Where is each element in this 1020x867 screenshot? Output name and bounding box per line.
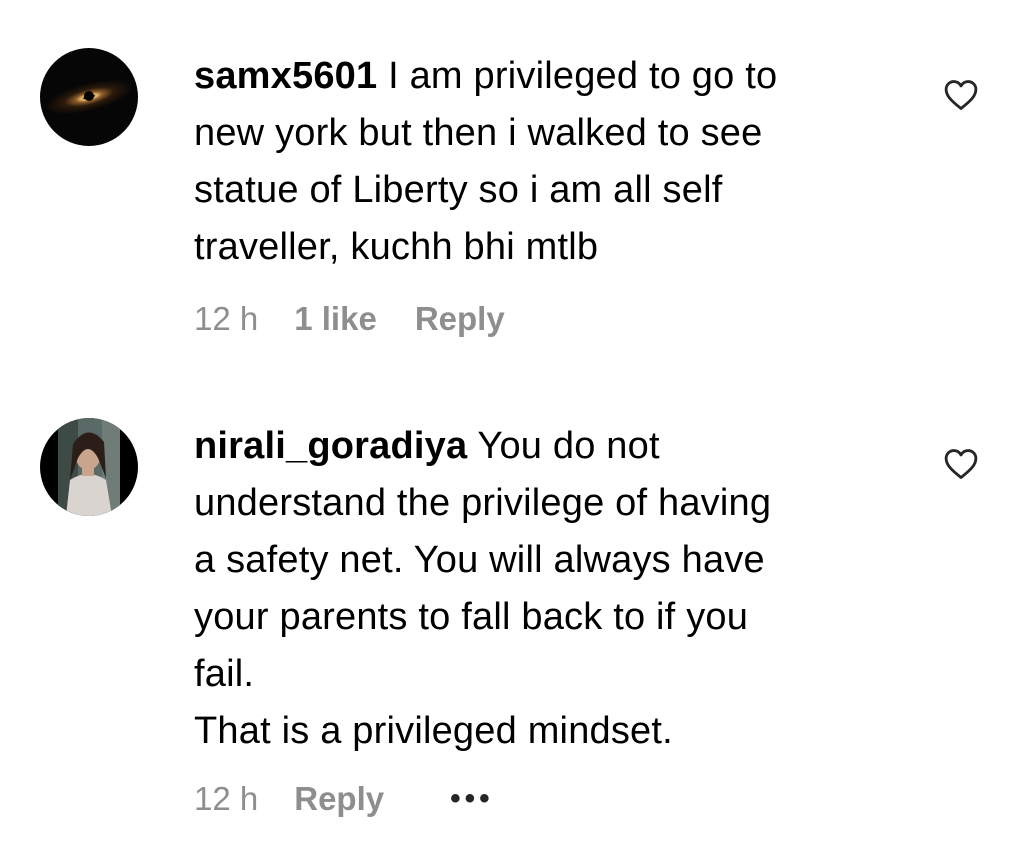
comment-username[interactable]: samx5601 xyxy=(194,55,377,97)
black-hole-avatar-icon xyxy=(40,48,138,146)
comment-timestamp: 12 h xyxy=(194,300,259,337)
comment-text-line: new york but then i walked to see xyxy=(194,112,763,154)
reply-button[interactable]: Reply xyxy=(294,780,384,818)
comment-text-line: a safety net. You will always have xyxy=(194,539,765,581)
heart-outline-icon[interactable] xyxy=(944,79,978,111)
comment-text-line: statue of Liberty so i am all self xyxy=(194,169,723,211)
comment-likes-count[interactable]: 1 like xyxy=(294,300,377,338)
comment-timestamp: 12 h xyxy=(194,780,259,817)
comment-text-line: understand the privilege of having xyxy=(194,482,772,524)
comment-text-line: I am privileged to go to xyxy=(377,55,778,97)
more-options-icon[interactable]: ••• xyxy=(450,782,494,816)
reply-button[interactable]: Reply xyxy=(415,300,505,338)
comment-username[interactable]: nirali_goradiya xyxy=(194,425,467,467)
comment-text-line: That is a privileged mindset. xyxy=(194,710,673,752)
heart-outline-icon[interactable] xyxy=(944,448,978,480)
avatar[interactable] xyxy=(40,48,138,146)
comment-text-line: You do not xyxy=(467,425,660,467)
comment-text-line: fail. xyxy=(194,653,255,695)
comment-meta: 12 h 1 like Reply xyxy=(194,300,505,338)
comment-text: nirali_goradiya You do not understand th… xyxy=(194,418,894,760)
comment-text-line: traveller, kuchh bhi mtlb xyxy=(194,226,599,268)
profile-photo-avatar-icon xyxy=(40,418,138,516)
comment-text: samx5601 I am privileged to go to new yo… xyxy=(194,48,894,276)
comment-meta: 12 h Reply ••• xyxy=(194,780,494,818)
comment-text-line: your parents to fall back to if you xyxy=(194,596,749,638)
avatar[interactable] xyxy=(40,418,138,516)
